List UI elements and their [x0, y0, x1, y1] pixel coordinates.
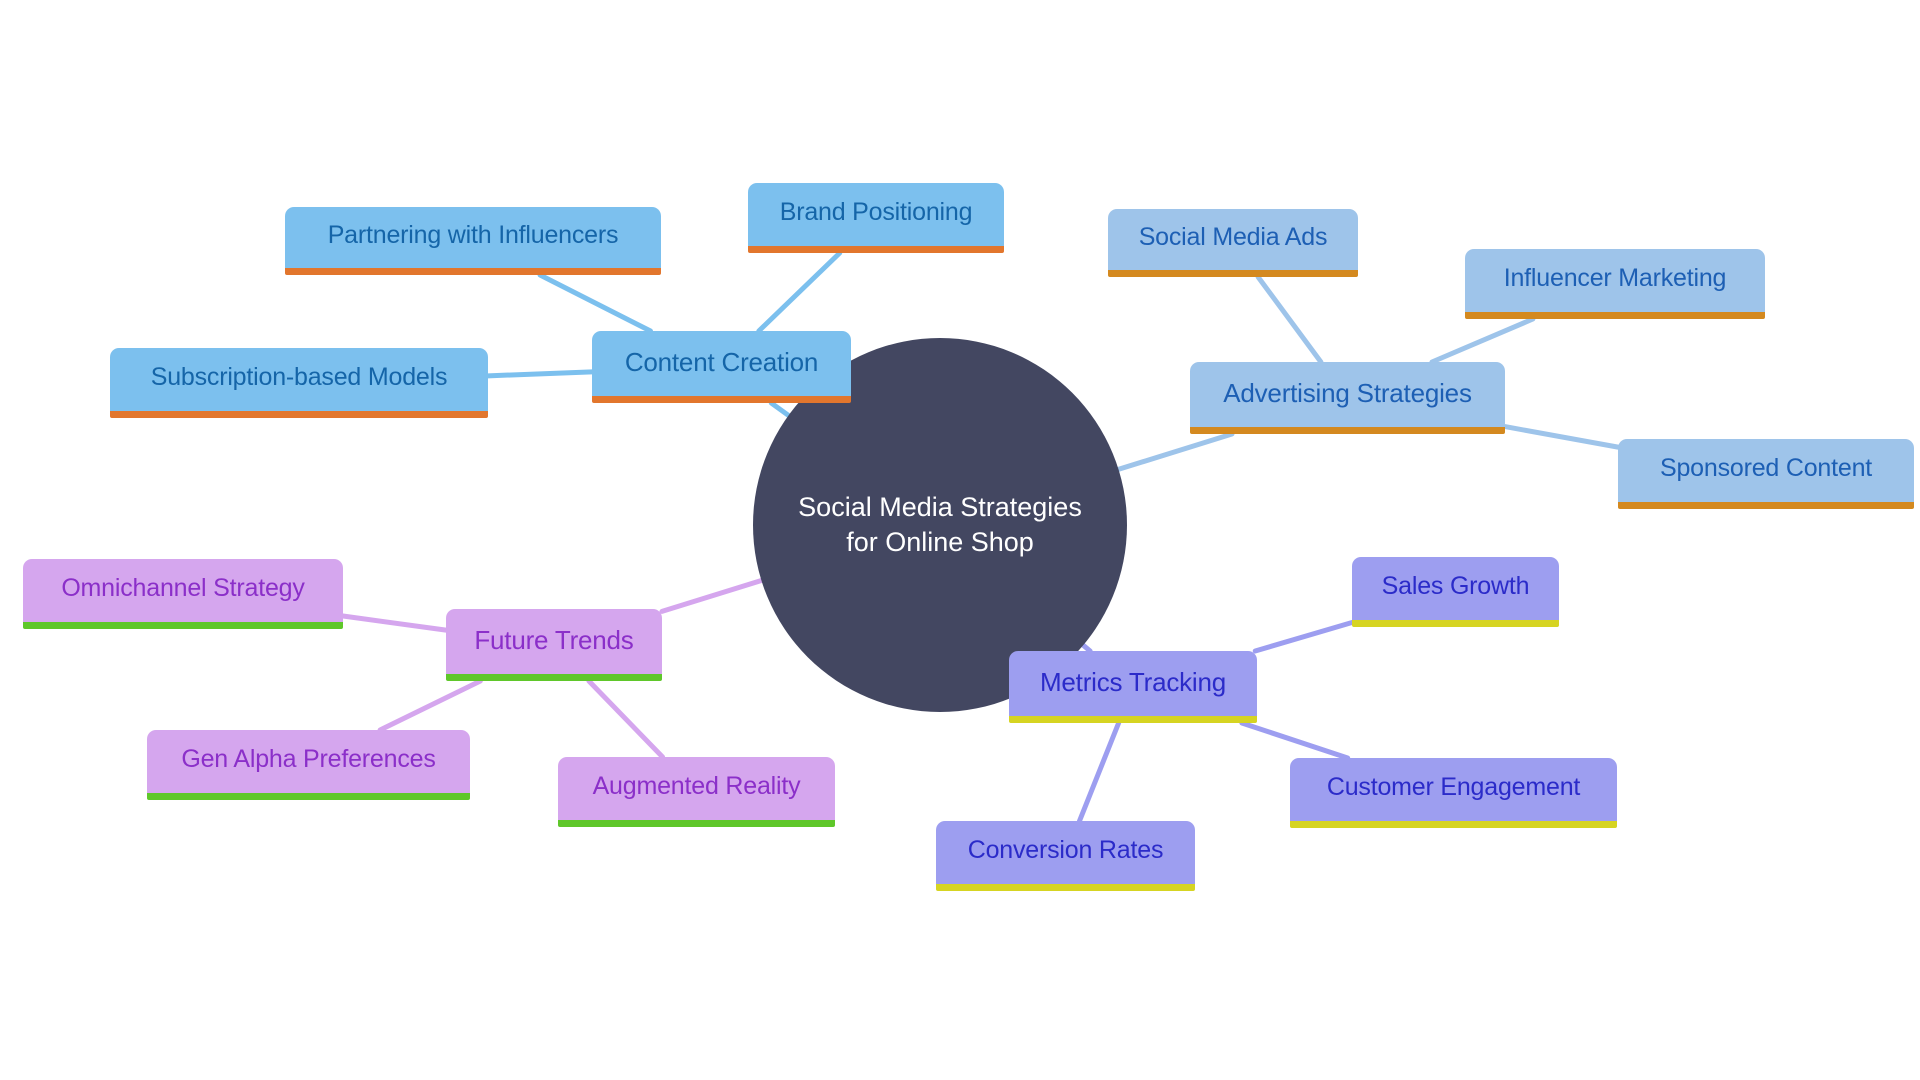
node-label: Augmented Reality [592, 772, 801, 801]
node-underline-bar [558, 820, 835, 827]
node-label: Sponsored Content [1659, 454, 1873, 483]
edge-metrics-conversion [1076, 720, 1122, 824]
node-underline-bar [110, 411, 488, 418]
node-label: Gen Alpha Preferences [181, 745, 436, 774]
node-label: Partnering with Influencers [327, 221, 619, 250]
node-underline-bar [1290, 821, 1617, 828]
node-label: Customer Engagement [1326, 773, 1581, 802]
edge-trends-ar [586, 678, 666, 760]
mind-map-canvas: Social Media Strategies for Online Shop C… [0, 0, 1920, 1080]
node-underline-bar [1618, 502, 1914, 509]
node-underline-bar [1108, 270, 1358, 277]
branch-node-metrics-tracking[interactable]: Metrics Tracking [1009, 651, 1257, 723]
edge-ads-influencer [1429, 316, 1536, 365]
node-underline-bar [446, 674, 662, 681]
leaf-node-brand-positioning[interactable]: Brand Positioning [748, 183, 1004, 253]
leaf-node-partnering-with-influencers[interactable]: Partnering with Influencers [285, 207, 661, 275]
edge-cc-brand [756, 250, 843, 334]
node-label: Conversion Rates [967, 836, 1164, 865]
leaf-node-social-media-ads[interactable]: Social Media Ads [1108, 209, 1358, 277]
branch-node-content-creation[interactable]: Content Creation [592, 331, 851, 403]
edge-cc-partnering [537, 272, 653, 334]
node-label: Sales Growth [1381, 572, 1530, 601]
leaf-node-influencer-marketing[interactable]: Influencer Marketing [1465, 249, 1765, 319]
node-underline-bar [147, 793, 470, 800]
center-node-label: Social Media Strategies for Online Shop [798, 492, 1082, 557]
leaf-node-omnichannel-strategy[interactable]: Omnichannel Strategy [23, 559, 343, 629]
edge-center-advertising [1112, 431, 1235, 474]
node-label: Brand Positioning [779, 198, 973, 227]
node-underline-bar [748, 246, 1004, 253]
leaf-node-augmented-reality[interactable]: Augmented Reality [558, 757, 835, 827]
node-underline-bar [1465, 312, 1765, 319]
node-underline-bar [1190, 427, 1505, 434]
node-label: Advertising Strategies [1223, 377, 1472, 408]
node-label: Influencer Marketing [1503, 264, 1727, 293]
node-label: Subscription-based Models [150, 363, 448, 392]
leaf-node-gen-alpha-preferences[interactable]: Gen Alpha Preferences [147, 730, 470, 800]
node-underline-bar [592, 396, 851, 403]
edge-trends-genalpha [377, 678, 483, 733]
node-label: Future Trends [474, 624, 634, 655]
branch-node-advertising-strategies[interactable]: Advertising Strategies [1190, 362, 1505, 434]
node-label: Metrics Tracking [1039, 666, 1227, 697]
leaf-node-sales-growth[interactable]: Sales Growth [1352, 557, 1559, 627]
edge-center-future-trends [659, 576, 768, 614]
edge-ads-social [1255, 274, 1324, 365]
leaf-node-conversion-rates[interactable]: Conversion Rates [936, 821, 1195, 891]
edge-metrics-engagement [1239, 720, 1351, 761]
edge-metrics-sales [1252, 619, 1355, 654]
node-underline-bar [1352, 620, 1559, 627]
node-label: Omnichannel Strategy [61, 574, 305, 603]
leaf-node-customer-engagement[interactable]: Customer Engagement [1290, 758, 1617, 828]
node-underline-bar [285, 268, 661, 275]
edge-cc-subscription [485, 369, 595, 379]
node-label: Social Media Ads [1138, 223, 1328, 252]
node-underline-bar [1009, 716, 1257, 723]
node-underline-bar [936, 884, 1195, 891]
node-underline-bar [23, 622, 343, 629]
branch-node-future-trends[interactable]: Future Trends [446, 609, 662, 681]
leaf-node-sponsored-content[interactable]: Sponsored Content [1618, 439, 1914, 509]
edge-ads-sponsored [1502, 424, 1621, 450]
node-label: Content Creation [624, 346, 819, 377]
leaf-node-subscription-based-models[interactable]: Subscription-based Models [110, 348, 488, 418]
edge-trends-omnichannel [340, 613, 449, 633]
